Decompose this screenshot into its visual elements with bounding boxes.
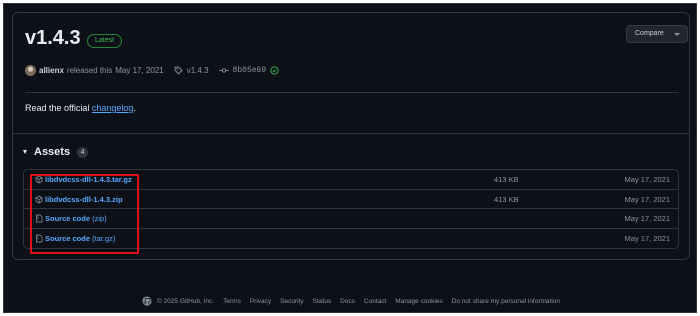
divider bbox=[25, 92, 679, 93]
release-notes: Read the official changelog. bbox=[25, 103, 136, 113]
asset-link[interactable]: libdvdcss-dll-1.4.3.tar.gz bbox=[45, 175, 132, 184]
asset-date: May 17, 2021 bbox=[624, 214, 670, 223]
divider bbox=[13, 133, 689, 134]
github-logo-icon[interactable] bbox=[142, 296, 152, 306]
asset-link[interactable]: libdvdcss-dll-1.4.3.zip bbox=[45, 195, 123, 204]
file-zip-icon bbox=[35, 234, 43, 243]
footer-link-contact[interactable]: Contact bbox=[364, 298, 386, 305]
released-text: released this bbox=[66, 65, 113, 75]
footer-link-security[interactable]: Security bbox=[280, 298, 303, 305]
asset-row: libdvdcss-dll-1.4.3.tar.gz 413 KB May 17… bbox=[24, 170, 678, 190]
avatar[interactable] bbox=[25, 64, 36, 76]
release-card: v1.4.3 Latest Compare allienx released t… bbox=[12, 12, 690, 260]
asset-link[interactable]: Source code (zip) bbox=[45, 214, 107, 223]
chevron-down-icon bbox=[674, 33, 680, 36]
assets-list: libdvdcss-dll-1.4.3.tar.gz 413 KB May 17… bbox=[23, 169, 679, 249]
footer-link-do-not-share[interactable]: Do not share my personal information bbox=[452, 298, 560, 305]
tag-icon bbox=[174, 66, 183, 75]
asset-name: Source code bbox=[45, 214, 91, 223]
notes-prefix: Read the official bbox=[25, 103, 92, 113]
tag-link[interactable]: v1.4.3 bbox=[187, 66, 209, 75]
package-icon bbox=[35, 175, 43, 184]
footer-link-terms[interactable]: Terms bbox=[223, 298, 241, 305]
asset-name: libdvdcss-dll-1.4.3.tar.gz bbox=[45, 175, 132, 184]
package-icon bbox=[35, 195, 43, 204]
commit-link[interactable]: 8b05e69 bbox=[233, 66, 267, 75]
verified-check-icon[interactable] bbox=[270, 65, 279, 75]
asset-row: libdvdcss-dll-1.4.3.zip 413 KB May 17, 2… bbox=[24, 190, 678, 209]
author-link[interactable]: allienx bbox=[39, 66, 64, 75]
git-commit-icon bbox=[219, 66, 229, 75]
triangle-down-icon bbox=[23, 150, 27, 154]
compare-label: Compare bbox=[635, 30, 664, 37]
latest-badge: Latest bbox=[87, 34, 123, 48]
file-zip-icon bbox=[35, 214, 43, 223]
assets-toggle[interactable]: Assets 4 bbox=[23, 146, 89, 158]
site-footer: © 2025 GitHub, Inc. Terms Privacy Securi… bbox=[4, 296, 698, 306]
asset-link[interactable]: Source code (tar.gz) bbox=[45, 234, 115, 243]
assets-heading: Assets bbox=[34, 146, 71, 158]
asset-row: Source code (tar.gz) May 17, 2021 bbox=[24, 229, 678, 249]
asset-size: 413 KB bbox=[494, 175, 519, 184]
asset-date: May 17, 2021 bbox=[624, 175, 670, 184]
asset-date: May 17, 2021 bbox=[624, 233, 670, 243]
release-title[interactable]: v1.4.3 bbox=[25, 27, 81, 50]
asset-date: May 17, 2021 bbox=[624, 194, 670, 204]
release-date: May 17, 2021 bbox=[115, 65, 164, 75]
assets-count: 4 bbox=[77, 146, 89, 158]
asset-row: Source code (zip) May 17, 2021 bbox=[24, 209, 678, 229]
asset-size: 413 KB bbox=[494, 194, 519, 204]
notes-suffix: . bbox=[133, 103, 136, 113]
asset-name: libdvdcss-dll-1.4.3.zip bbox=[45, 194, 123, 204]
release-meta: allienx released this May 17, 2021 v1.4.… bbox=[25, 63, 279, 77]
asset-name: Source code bbox=[45, 233, 91, 243]
asset-ext: (tar.gz) bbox=[90, 233, 116, 243]
compare-button[interactable]: Compare bbox=[626, 25, 688, 43]
footer-link-status[interactable]: Status bbox=[313, 298, 331, 305]
footer-copyright: © 2025 GitHub, Inc. bbox=[156, 297, 215, 305]
changelog-link[interactable]: changelog bbox=[92, 103, 134, 113]
footer-link-docs[interactable]: Docs bbox=[340, 298, 355, 305]
page-frame: v1.4.3 Latest Compare allienx released t… bbox=[3, 3, 697, 313]
asset-ext: (zip) bbox=[90, 214, 107, 223]
footer-link-privacy[interactable]: Privacy bbox=[250, 298, 271, 305]
footer-link-manage-cookies[interactable]: Manage cookies bbox=[395, 298, 442, 305]
